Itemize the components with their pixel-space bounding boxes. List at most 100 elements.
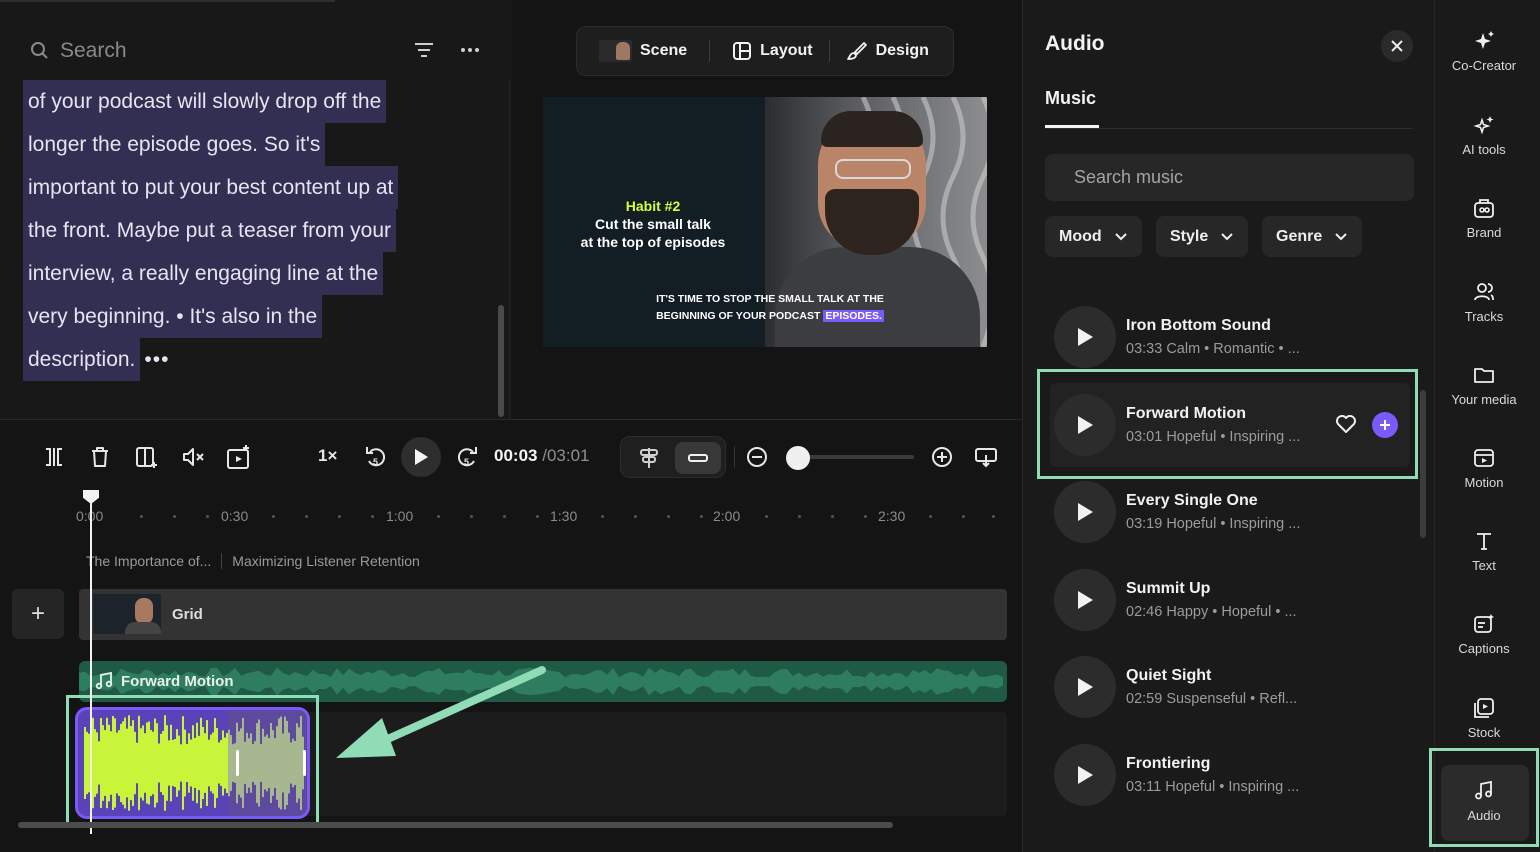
compact-view-button[interactable] bbox=[675, 442, 721, 474]
mood-filter[interactable]: Mood bbox=[1045, 216, 1142, 257]
close-button[interactable] bbox=[1381, 30, 1413, 62]
fit-timeline-button[interactable] bbox=[973, 444, 999, 470]
ruler-tick: 1:30 bbox=[550, 508, 578, 524]
ruler-dot bbox=[173, 515, 176, 518]
genre-filter[interactable]: Genre bbox=[1262, 216, 1363, 257]
zoom-slider-track[interactable] bbox=[798, 455, 914, 459]
mute-button[interactable] bbox=[180, 444, 206, 470]
zoom-out-button[interactable] bbox=[744, 444, 770, 470]
ruler-dot bbox=[864, 515, 867, 518]
transcript-text[interactable]: of your podcast will slowly drop off the… bbox=[23, 80, 443, 381]
editor-toolbar: Scene Layout Design bbox=[576, 26, 954, 76]
transcript-line: of your podcast will slowly drop off the bbox=[23, 80, 443, 123]
play-button[interactable] bbox=[401, 437, 441, 477]
song-item[interactable]: Quiet Sight 02:59 Suspenseful • Refl... bbox=[1054, 655, 1404, 719]
filter-button[interactable] bbox=[412, 38, 436, 62]
song-item[interactable]: Iron Bottom Sound 03:33 Calm • Romantic … bbox=[1054, 305, 1404, 369]
song-play-button[interactable] bbox=[1054, 306, 1116, 368]
scene-label[interactable]: Maximizing Listener Retention bbox=[232, 553, 420, 569]
ruler-dot bbox=[992, 515, 995, 518]
chevron-down-icon bbox=[1114, 232, 1127, 240]
timeline-scrollbar[interactable] bbox=[18, 822, 893, 828]
delete-button[interactable] bbox=[87, 444, 113, 470]
ruler-dot bbox=[338, 515, 341, 518]
captions-icon bbox=[1474, 614, 1494, 633]
rewind-5-button[interactable]: 5 bbox=[363, 444, 389, 470]
add-scene-button[interactable] bbox=[226, 444, 252, 470]
ruler-dot bbox=[798, 515, 801, 518]
ruler-dot bbox=[371, 515, 374, 518]
sidebar-item-brand[interactable]: Brand bbox=[1434, 197, 1534, 240]
split-icon bbox=[46, 448, 62, 466]
clip-thumbnail bbox=[93, 594, 161, 634]
video-track-clip[interactable]: Grid bbox=[79, 589, 1007, 640]
timecode: 00:03 /03:01 bbox=[494, 446, 589, 466]
more-indicator[interactable]: ••• bbox=[144, 348, 169, 371]
add-layout-button[interactable] bbox=[134, 444, 160, 470]
sidebar-item-your-media[interactable]: Your media bbox=[1434, 364, 1534, 407]
song-play-button[interactable] bbox=[1054, 656, 1116, 718]
script-search[interactable]: Search bbox=[30, 36, 127, 66]
design-label: Design bbox=[875, 42, 929, 59]
sidebar-item-text[interactable]: Text bbox=[1434, 530, 1534, 573]
toolbar-separator bbox=[828, 40, 830, 62]
zoom-slider-handle[interactable] bbox=[786, 446, 810, 470]
song-play-button[interactable] bbox=[1054, 569, 1116, 631]
playhead[interactable] bbox=[90, 500, 92, 834]
zoom-in-button[interactable] bbox=[929, 444, 955, 470]
brush-icon bbox=[846, 42, 867, 60]
scene-thumbnail bbox=[599, 40, 632, 62]
more-options-button[interactable] bbox=[458, 38, 482, 62]
habit-line: at the top of episodes bbox=[580, 234, 726, 250]
section-divider bbox=[0, 419, 1022, 420]
forward-icon: 5 bbox=[457, 447, 477, 467]
music-note-icon bbox=[95, 672, 113, 690]
song-meta: 03:11 Hopeful • Inspiring ... bbox=[1126, 779, 1300, 795]
song-item[interactable]: Summit Up 02:46 Happy • Hopeful • ... bbox=[1054, 568, 1404, 632]
habit-title: Habit #2 bbox=[625, 198, 681, 214]
script-scrollbar[interactable] bbox=[498, 305, 504, 417]
stock-media-icon bbox=[1474, 698, 1494, 718]
search-icon bbox=[31, 42, 48, 59]
song-item[interactable]: Frontiering 03:11 Hopeful • Inspiring ..… bbox=[1054, 743, 1404, 807]
total-time: /03:01 bbox=[542, 446, 590, 465]
song-play-button[interactable] bbox=[1054, 481, 1116, 543]
playhead-handle[interactable] bbox=[83, 490, 99, 504]
sidebar-item-tracks[interactable]: Tracks bbox=[1434, 281, 1534, 324]
clip-label: Grid bbox=[172, 606, 203, 623]
music-search-input[interactable]: Search music bbox=[1045, 154, 1414, 201]
video-preview[interactable]: Habit #2 Cut the small talk at the top o… bbox=[543, 97, 987, 347]
layout-label: Layout bbox=[760, 42, 813, 59]
sidebar-item-co-creator[interactable]: Co-Creator bbox=[1434, 30, 1534, 73]
tab-music[interactable]: Music bbox=[1045, 88, 1096, 109]
layout-button[interactable]: Layout bbox=[732, 41, 813, 61]
song-play-button[interactable] bbox=[1054, 744, 1116, 806]
ruler-dot bbox=[929, 515, 932, 518]
timeline-view-toggle bbox=[620, 436, 726, 478]
transcript-line: description. ••• bbox=[23, 338, 443, 381]
design-button[interactable]: Design bbox=[846, 40, 929, 62]
scene-label[interactable]: The Importance of... bbox=[86, 553, 211, 569]
forward-5-button[interactable]: 5 bbox=[454, 444, 480, 470]
song-title: Iron Bottom Sound bbox=[1126, 317, 1271, 334]
zoom-in-icon bbox=[932, 447, 952, 467]
split-button[interactable] bbox=[41, 444, 67, 470]
scene-button[interactable]: Scene bbox=[599, 40, 687, 62]
ruler-tick: 0:30 bbox=[221, 508, 249, 524]
play-icon bbox=[415, 449, 428, 465]
song-item[interactable]: Every Single One 03:19 Hopeful • Inspiri… bbox=[1054, 480, 1404, 544]
add-track-button[interactable]: + bbox=[12, 589, 64, 639]
ruler-dot bbox=[305, 515, 308, 518]
panel-scrollbar[interactable] bbox=[1420, 390, 1426, 538]
sidebar-item-motion[interactable]: Motion bbox=[1434, 447, 1534, 490]
sidebar-item-ai-tools[interactable]: AI tools bbox=[1434, 114, 1534, 157]
playback-speed[interactable]: 1× bbox=[318, 446, 337, 466]
ruler-tick: 2:00 bbox=[713, 508, 741, 524]
sidebar-item-captions[interactable]: Captions bbox=[1434, 613, 1534, 656]
tab-divider bbox=[1045, 128, 1413, 129]
highlight-frame bbox=[1429, 748, 1539, 847]
ruler-dot bbox=[503, 515, 506, 518]
expanded-view-button[interactable] bbox=[629, 443, 669, 473]
style-filter[interactable]: Style bbox=[1156, 216, 1249, 257]
sidebar-item-stock[interactable]: Stock bbox=[1434, 697, 1534, 740]
